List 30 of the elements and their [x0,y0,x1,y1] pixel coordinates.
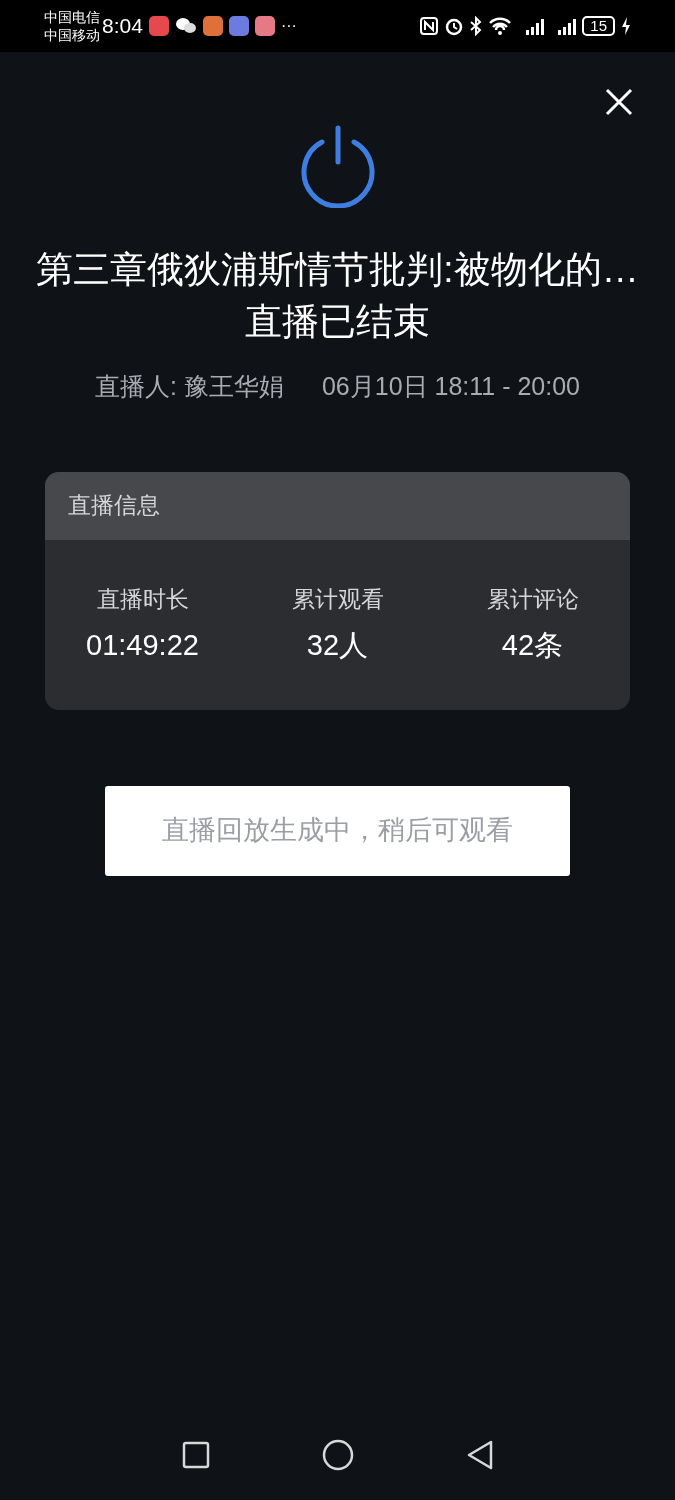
card-heading: 直播信息 [68,491,160,521]
clock: 8:04 [102,13,143,40]
nfc-icon [420,17,439,35]
home-icon[interactable] [321,1439,354,1471]
carrier-name: 中国移动 [44,26,100,44]
stat-value: 42条 [501,628,564,663]
app-icon [202,16,223,36]
recent-apps-icon[interactable] [181,1441,210,1469]
chat-icon [174,16,197,36]
app-icon [254,16,275,36]
stat-value: 01:49:22 [86,628,199,663]
charging-icon [621,17,631,35]
music-icon [228,16,249,36]
bluetooth-icon [470,16,483,36]
stat-label: 直播时长 [96,584,189,614]
status-heading: 直播已结束 [245,300,430,344]
schedule-time: 06月10日 18:11 - 20:00 [321,371,580,402]
host-name: 直播人: 豫王华娟 [95,371,284,402]
battery-level: 15 [582,16,615,36]
stat-label: 累计观看 [291,584,384,614]
app-icon [148,16,169,36]
stream-title: 第三章俄狄浦斯情节批判:被物化的… [36,248,639,292]
back-icon[interactable] [465,1440,494,1470]
stat-value: 32人 [306,628,369,663]
wifi-icon [488,17,513,35]
stat-label: 累计评论 [486,584,579,614]
close-button[interactable] [603,86,635,118]
more-notifications: ··· [280,16,297,36]
carrier-name: 中国电信 [44,8,100,26]
alarm-icon [444,16,465,36]
